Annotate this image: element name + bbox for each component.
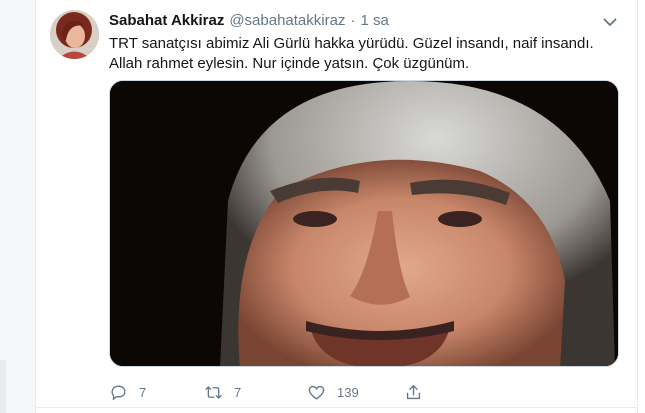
separator-dot: · [350, 12, 356, 29]
tweet-media[interactable] [109, 80, 619, 367]
retweet-count: 7 [234, 384, 242, 400]
avatar-image [50, 10, 99, 59]
reply-button[interactable]: 7 [109, 380, 146, 404]
author-name[interactable]: Sabahat Akkiraz [109, 12, 224, 29]
share-icon [406, 384, 421, 399]
share-button[interactable] [404, 380, 423, 404]
chevron-down-icon[interactable] [601, 13, 619, 31]
avatar[interactable] [50, 10, 99, 59]
scroll-shade [0, 360, 6, 413]
retweet-icon [205, 385, 222, 399]
reply-icon [111, 384, 126, 400]
retweet-button[interactable]: 7 [204, 380, 241, 404]
tweet-text: TRT sanatçısı abimiz Ali Gürlü hakka yür… [109, 35, 594, 72]
media-image [110, 81, 618, 366]
like-button[interactable]: 139 [307, 380, 359, 404]
author-handle[interactable]: @sabahatakkiraz [229, 12, 345, 29]
page-background-edge [0, 0, 35, 413]
tweet-timestamp[interactable]: 1 sa [360, 12, 388, 29]
tweet-actions: 7 7 139 [109, 380, 429, 404]
reply-count: 7 [139, 384, 147, 400]
heart-icon [308, 385, 325, 400]
like-count: 139 [337, 384, 359, 400]
card-divider [35, 407, 638, 408]
tweet-header: Sabahat Akkiraz @sabahatakkiraz · 1 sa [109, 12, 389, 30]
